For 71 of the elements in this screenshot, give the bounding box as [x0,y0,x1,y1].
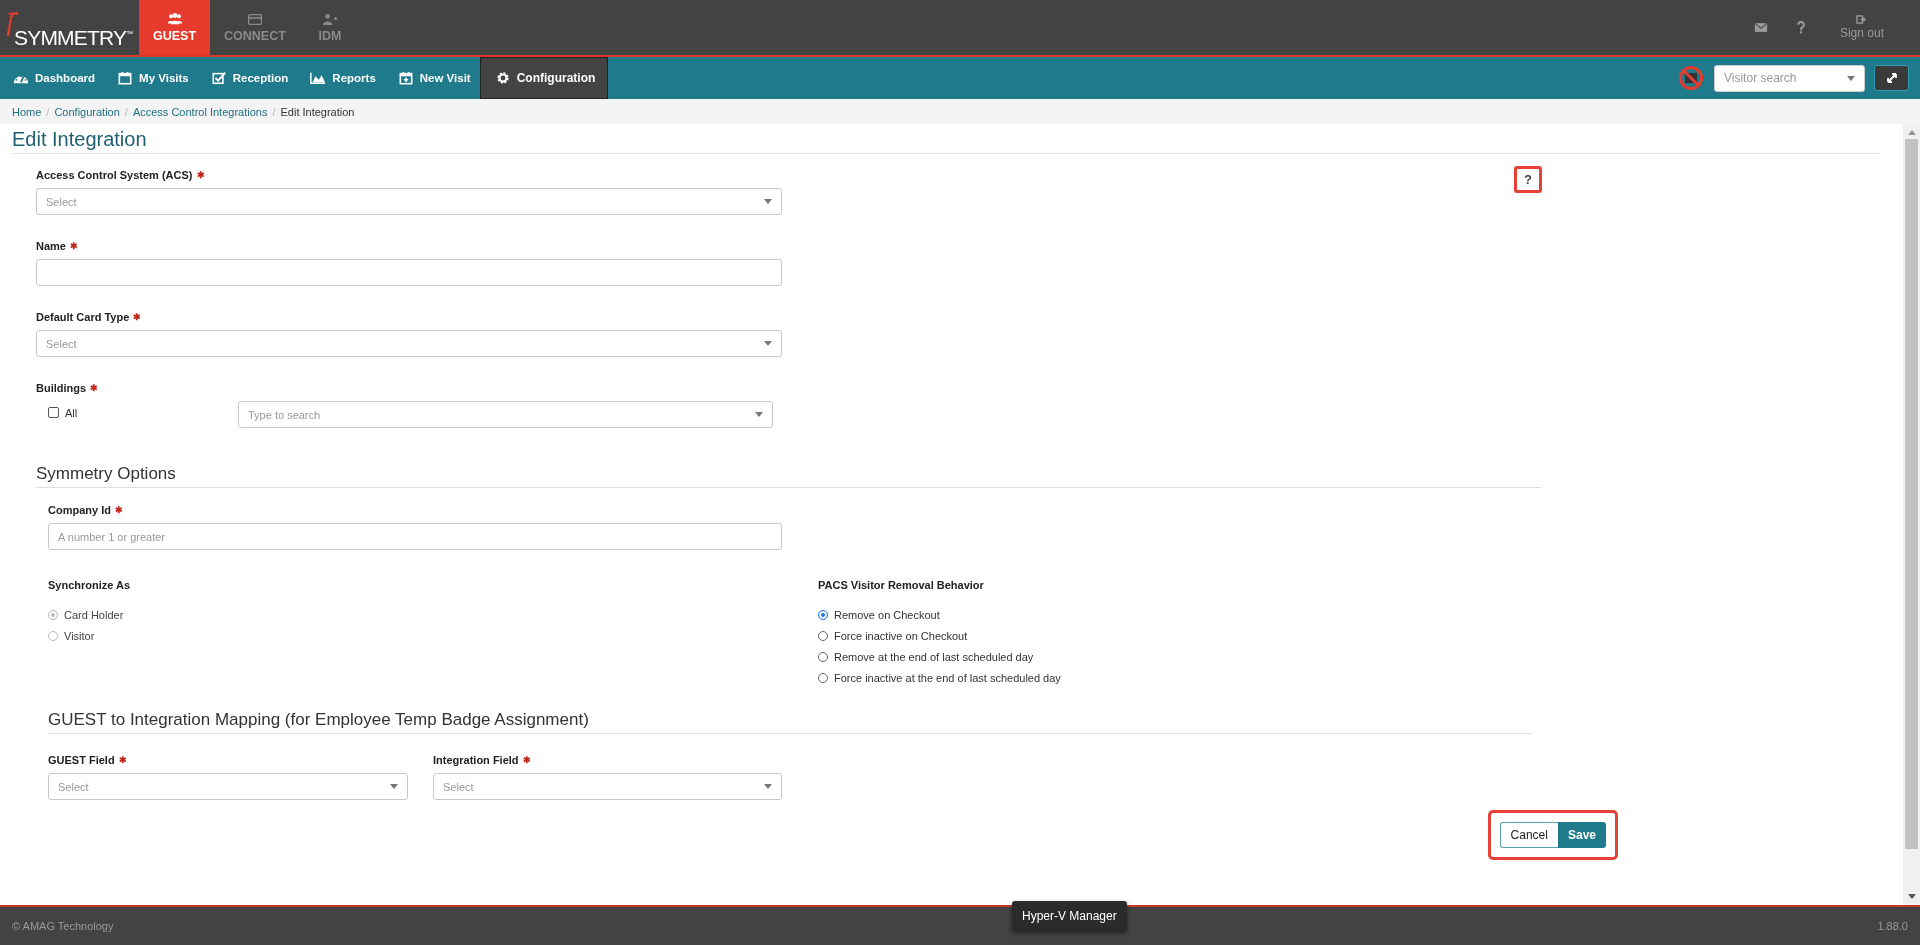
help-button[interactable]: ? [1521,172,1535,187]
calendar-plus-icon [397,71,414,85]
help-icon[interactable] [1795,21,1806,34]
mail-icon[interactable] [1753,22,1768,33]
product-tab[interactable]: CONNECT [210,0,300,55]
text-field[interactable] [36,259,782,286]
tooltip: Hyper-V Manager [1012,901,1127,931]
required-mark: ✱ [133,312,142,322]
nav-tab[interactable]: My Visits [104,57,198,99]
page-title: Edit Integration [12,124,1881,154]
required-mark: ✱ [196,170,205,180]
settings-icon [494,71,511,85]
select-field[interactable]: Select [36,188,782,215]
sign-out-icon [1856,15,1868,24]
product-tab[interactable]: IDM [299,0,360,55]
select-field[interactable]: Select [48,773,408,800]
breadcrumb-current: Edit Integration [280,105,355,118]
breadcrumb-link[interactable]: Configuration [54,105,120,118]
checkbox-label: All [65,406,78,419]
radio-option[interactable]: Force inactive at the end of last scheduled day [818,669,1588,686]
required-mark: ✱ [114,505,123,515]
field-label: Access Control System (ACS) [36,169,193,181]
card-icon [246,12,263,26]
nav-tab[interactable]: Dashboard [0,57,105,99]
nav-tab[interactable]: Configuration [479,57,609,99]
field-label: Company Id [48,504,111,516]
breadcrumb-separator: / [124,105,128,118]
save-button[interactable]: Save [1557,822,1606,848]
field-label: Default Card Type [36,311,130,323]
radio-option[interactable]: Remove at the end of last scheduled day [818,648,1588,665]
nav-tab[interactable]: Reception [197,57,298,99]
required-mark: ✱ [118,755,127,765]
sign-out-button[interactable]: Sign out [1833,0,1890,55]
user-plus-icon [321,12,338,26]
select-field[interactable]: Select [36,330,782,357]
product-tab[interactable]: GUEST [139,0,211,55]
copyright-text: © AMAG Technology [12,920,114,932]
people-icon [166,12,183,26]
required-mark: ✱ [69,241,78,251]
radio-option[interactable]: Remove on Checkout [818,606,1588,623]
radio-option[interactable]: Force inactive on Checkout [818,627,1588,644]
select-field[interactable]: Select [433,773,782,800]
version-text: 1.88.0 [1877,920,1908,932]
required-mark: ✱ [522,755,531,765]
calendar-icon [117,71,134,85]
section-heading: GUEST to Integration Mapping (for Employee Temp Badge Assignment) [48,710,1531,734]
area-chart-icon [310,71,327,85]
input-field[interactable]: A number 1 or greater [48,523,782,550]
cancel-button[interactable]: Cancel [1499,822,1558,848]
checkbox-icon [210,71,227,85]
no-card-icon [1678,65,1704,91]
scrollbar[interactable] [1903,124,1920,905]
field-label: Synchronize As [48,578,132,593]
nav-tab[interactable]: New Visit [384,57,480,99]
breadcrumb-link[interactable]: Home [12,105,42,118]
field-label: Buildings [36,382,87,394]
field-label: Name [36,240,66,252]
field-label: Integration Field [433,754,519,766]
expand-icon [1885,72,1898,84]
breadcrumb-separator: / [46,105,50,118]
search-field[interactable]: Type to search [238,401,773,428]
section-heading: Symmetry Options [36,464,1541,488]
checkbox[interactable] [48,407,59,418]
expand-button[interactable] [1874,65,1909,91]
nav-tab[interactable]: Reports [297,57,385,99]
required-mark: ✱ [90,383,99,393]
breadcrumb-link[interactable]: Access Control Integrations [132,105,268,118]
field-label: PACS Visitor Removal Behavior [818,578,985,593]
breadcrumb-separator: / [272,105,276,118]
field-label: GUEST Field [48,754,115,766]
visitor-search-field[interactable]: Visitor search [1714,64,1865,92]
